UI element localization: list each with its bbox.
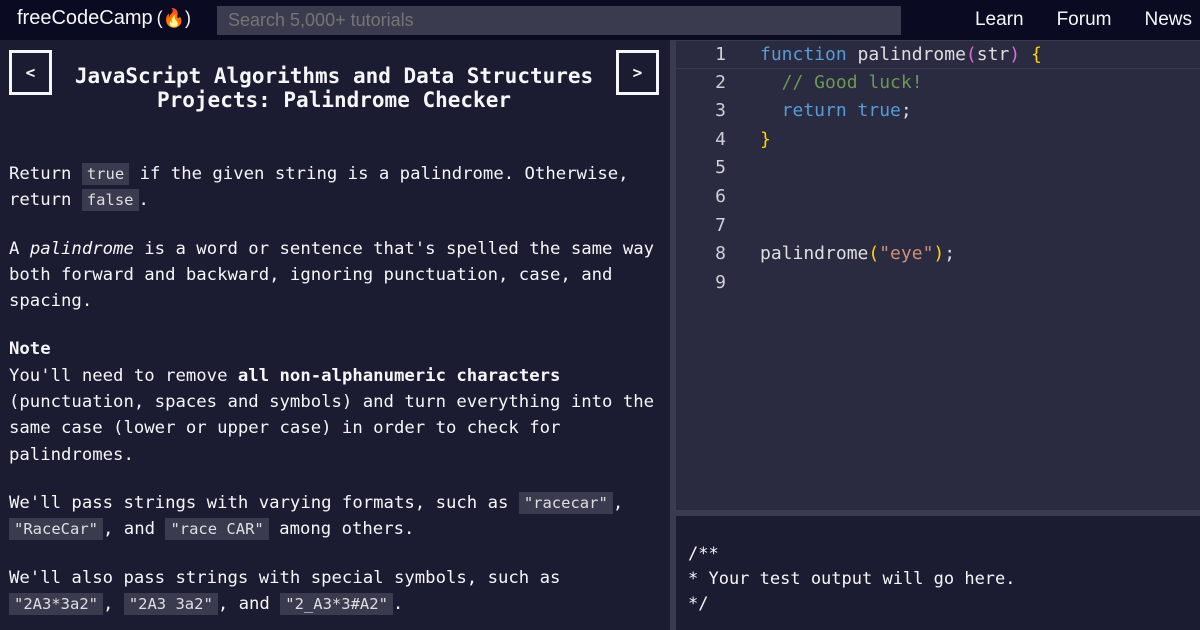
line-number: 4 [715,128,726,150]
text: A [9,238,30,259]
paragraph-symbols: We'll also pass strings with special sym… [9,565,664,618]
text: You'll need to remove [9,365,238,386]
flame-icon: (🔥) [156,8,192,28]
editor-line[interactable]: 5 [676,154,1200,183]
search-input[interactable] [217,6,901,35]
token-function-name: palindrome [760,243,869,265]
note-heading: Note [9,339,51,360]
challenge-description: Return true if the given string is a pal… [9,161,664,630]
line-number: 6 [715,186,726,207]
token-keyword: return [760,100,847,122]
fcc-logo[interactable]: freeCodeCamp (🔥) [17,7,191,30]
paragraph-note: Note You'll need to remove all non-alpha… [9,336,664,467]
editor-line[interactable]: 2 // Good luck! [676,69,1200,98]
inline-code-racecar-mixed: "RaceCar" [9,518,103,541]
editor-line[interactable]: 1 function palindrome(str) { [676,40,1200,69]
paragraph-formats: We'll pass strings with varying formats,… [9,490,664,543]
inline-code-symbol-3: "2_A3*3#A2" [280,592,393,615]
inline-code-symbol-1: "2A3*3a2" [9,592,103,615]
token-paren: ( [965,44,977,65]
text: Return [9,164,82,184]
token-brace[interactable]: } [760,126,771,155]
text: , and [217,593,281,614]
code-line[interactable]: return true; [760,97,912,126]
text: , [612,492,624,513]
editor-line[interactable]: 3 return true; [676,97,1200,126]
token-keyword: function [760,44,847,65]
code-line[interactable]: palindrome("eye"); [760,240,955,269]
token-semicolon: ; [944,243,956,265]
line-number: 1 [715,44,726,65]
token-brace: { [1020,44,1042,65]
token-paren: ) [1009,44,1021,65]
paragraph-definition: A palindrome is a word or sentence that'… [9,236,664,315]
editor-line[interactable]: 6 [676,183,1200,212]
token-string: "eye" [879,243,934,265]
text: , [103,593,124,614]
inline-code-symbol-2: "2A3 3a2" [123,592,218,615]
top-navbar: freeCodeCamp (🔥) Learn Forum News [0,0,1200,40]
text: among others. [268,519,415,540]
text: . [392,593,404,614]
token-boolean: true [846,100,901,122]
token-paren: ) [933,243,945,265]
nav-link-learn[interactable]: Learn [975,9,1024,31]
inline-code-true: true [81,163,130,185]
next-challenge-button[interactable]: > [616,50,659,95]
token-semicolon: ; [900,100,912,122]
strong-non-alphanumeric: all non-alphanumeric characters [237,365,561,386]
text: . [138,190,149,211]
token-function-name: palindrome [846,44,966,65]
test-output-panel: /** * Your test output will go here. */ [676,516,1200,630]
code-line[interactable]: function palindrome(str) { [760,41,1042,70]
nav-link-forum[interactable]: Forum [1057,9,1112,31]
challenge-title: JavaScript Algorithms and Data Structure… [74,64,594,112]
line-number: 9 [715,271,726,293]
line-number: 7 [715,214,726,236]
line-number: 2 [715,71,726,93]
editor-line[interactable]: 8 palindrome("eye"); [676,240,1200,269]
code-editor[interactable]: 1 function palindrome(str) { 2 // Good l… [676,40,1200,510]
prev-challenge-button[interactable]: < [9,50,52,95]
line-number: 3 [715,100,726,122]
editor-line[interactable]: 9 [676,269,1200,298]
inline-code-race-car: "race CAR" [165,518,269,541]
text: We'll also pass strings with special sym… [9,567,561,588]
logo-text: freeCodeCamp [17,7,153,29]
line-number: 5 [715,157,726,179]
editor-line[interactable]: 7 [676,212,1200,241]
editor-line[interactable]: 4 } [676,126,1200,155]
emphasis-palindrome: palindrome [29,238,134,259]
text: , and [103,519,166,540]
token-paren: ( [868,243,880,265]
inline-code-racecar: "racecar" [518,491,613,514]
paragraph-return: Return true if the given string is a pal… [9,161,664,214]
text: We'll pass strings with varying formats,… [9,492,519,513]
text: (punctuation, spaces and symbols) and tu… [9,392,655,465]
nav-links: Learn Forum News [975,0,1200,40]
line-number: 8 [715,243,726,265]
token-comment[interactable]: // Good luck! [760,69,923,98]
inline-code-false: false [81,189,139,212]
nav-link-news[interactable]: News [1144,9,1192,31]
challenge-panel: < JavaScript Algorithms and Data Structu… [0,40,670,630]
token-param: str [976,44,1010,65]
